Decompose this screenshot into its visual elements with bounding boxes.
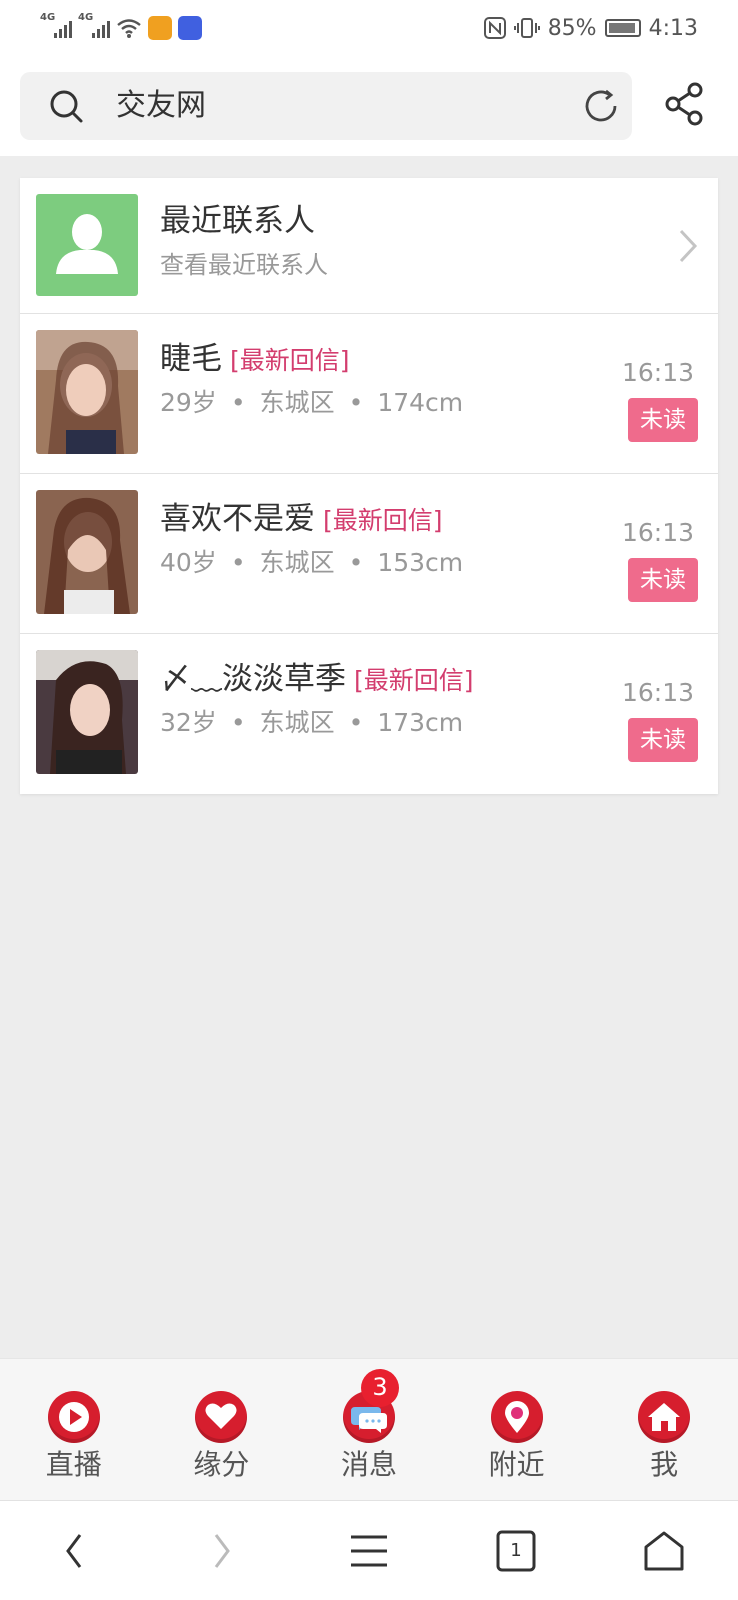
contact-height: 153cm [377,548,464,577]
latest-reply-tag: [最新回信] [354,666,474,695]
contact-district: 东城区 [259,548,335,577]
recent-contacts-row[interactable]: 最近联系人 查看最近联系人 [20,178,718,314]
unread-badge: 未读 [628,398,698,442]
tab-count: 1 [510,1540,522,1561]
app-notification-icon [178,16,202,40]
message-row[interactable]: 睫毛 [最新回信] 29岁 • 东城区 • 174cm 16:13 未读 [20,314,718,474]
wifi-icon [117,19,141,38]
avatar[interactable] [36,330,138,454]
recent-contacts-title: 最近联系人 [160,203,315,239]
latest-reply-tag: [最新回信] [323,506,443,535]
contact-age: 29岁 [160,388,217,417]
contact-name: 〆﹏淡淡草季 [160,661,346,697]
contact-district: 东城区 [259,388,335,417]
unread-badge: 未读 [628,558,698,602]
separator: • [230,548,246,577]
avatar[interactable] [36,650,138,774]
tab-label: 我 [650,1448,679,1481]
contact-height: 174cm [377,388,464,417]
status-bar: 4G 4G 85% 4:13 [0,0,738,56]
browser-nav-bar: 1 [0,1500,738,1600]
network-type-label: 4G [78,12,94,23]
contact-district: 东城区 [259,708,335,737]
contact-age: 40岁 [160,548,217,577]
tab-me[interactable]: 我 [590,1359,738,1500]
tabs-button[interactable]: 1 [492,1529,540,1573]
avatar[interactable] [36,490,138,614]
tab-label: 缘分 [193,1448,250,1481]
recent-contacts-subtitle: 查看最近联系人 [160,251,328,279]
battery-percent: 85% [547,15,597,41]
latest-reply-tag: [最新回信] [230,346,350,375]
message-title: 喜欢不是爱 [最新回信] [160,498,443,545]
bottom-tab-bar: 直播 缘分 3 消息 附近 我 [0,1358,738,1500]
network-type-label: 4G [40,12,56,23]
message-time: 16:13 [621,678,694,707]
contact-age: 32岁 [160,708,217,737]
tab-live[interactable]: 直播 [0,1359,148,1500]
forward-icon[interactable] [196,1529,244,1573]
top-bar: 交友网 [0,56,738,156]
play-icon [47,1391,100,1443]
status-left: 4G 4G [40,12,202,40]
message-time: 16:13 [621,358,694,387]
search-text[interactable]: 交友网 [116,86,206,126]
battery-icon [604,19,641,37]
contact-height: 173cm [377,708,464,737]
message-row[interactable]: 〆﹏淡淡草季 [最新回信] 32岁 • 东城区 • 173cm 16:13 未读 [20,634,718,794]
message-row[interactable]: 喜欢不是爱 [最新回信] 40岁 • 东城区 • 153cm 16:13 未读 [20,474,718,634]
signal-icon: 4G [40,12,72,38]
separator: • [348,708,364,737]
heart-icon [195,1391,248,1443]
separator: • [348,548,364,577]
contact-info: 32岁 • 东城区 • 173cm [160,706,463,740]
contact-info: 29岁 • 东城区 • 174cm [160,386,463,420]
message-title: 睫毛 [最新回信] [160,338,350,385]
home-icon[interactable] [640,1529,688,1573]
location-pin-icon [490,1391,543,1443]
search-bar[interactable]: 交友网 [20,72,632,140]
tab-label: 直播 [45,1448,102,1481]
contact-info: 40岁 • 东城区 • 153cm [160,546,463,580]
contacts-avatar-icon [36,194,138,296]
share-icon[interactable] [664,82,706,126]
contact-name: 睫毛 [160,341,222,377]
tab-label: 附近 [488,1448,545,1481]
app-notification-icon [148,16,172,40]
message-title: 〆﹏淡淡草季 [最新回信] [160,658,474,705]
vibrate-icon [513,18,540,38]
separator: • [348,388,364,417]
contact-name: 喜欢不是爱 [160,501,315,537]
menu-icon[interactable] [345,1529,393,1573]
tab-match[interactable]: 缘分 [148,1359,296,1500]
search-icon [50,90,83,123]
signal-icon: 4G [78,12,110,38]
tab-messages[interactable]: 3 消息 [295,1359,443,1500]
home-icon [638,1391,691,1443]
message-list: 最近联系人 查看最近联系人 睫毛 [最新回信] 29岁 • 东城区 • 174cm 16:… [20,178,718,794]
back-icon[interactable] [52,1529,100,1573]
tab-nearby[interactable]: 附近 [443,1359,591,1500]
nfc-icon [483,17,506,39]
separator: • [230,388,246,417]
chevron-right-icon [679,229,698,263]
clock: 4:13 [648,15,698,41]
tab-label: 消息 [340,1448,397,1481]
refresh-icon[interactable] [582,87,620,125]
separator: • [230,708,246,737]
unread-badge: 未读 [628,718,698,762]
status-right: 85% 4:13 [483,15,698,41]
message-time: 16:13 [621,518,694,547]
message-count-badge: 3 [360,1369,399,1407]
